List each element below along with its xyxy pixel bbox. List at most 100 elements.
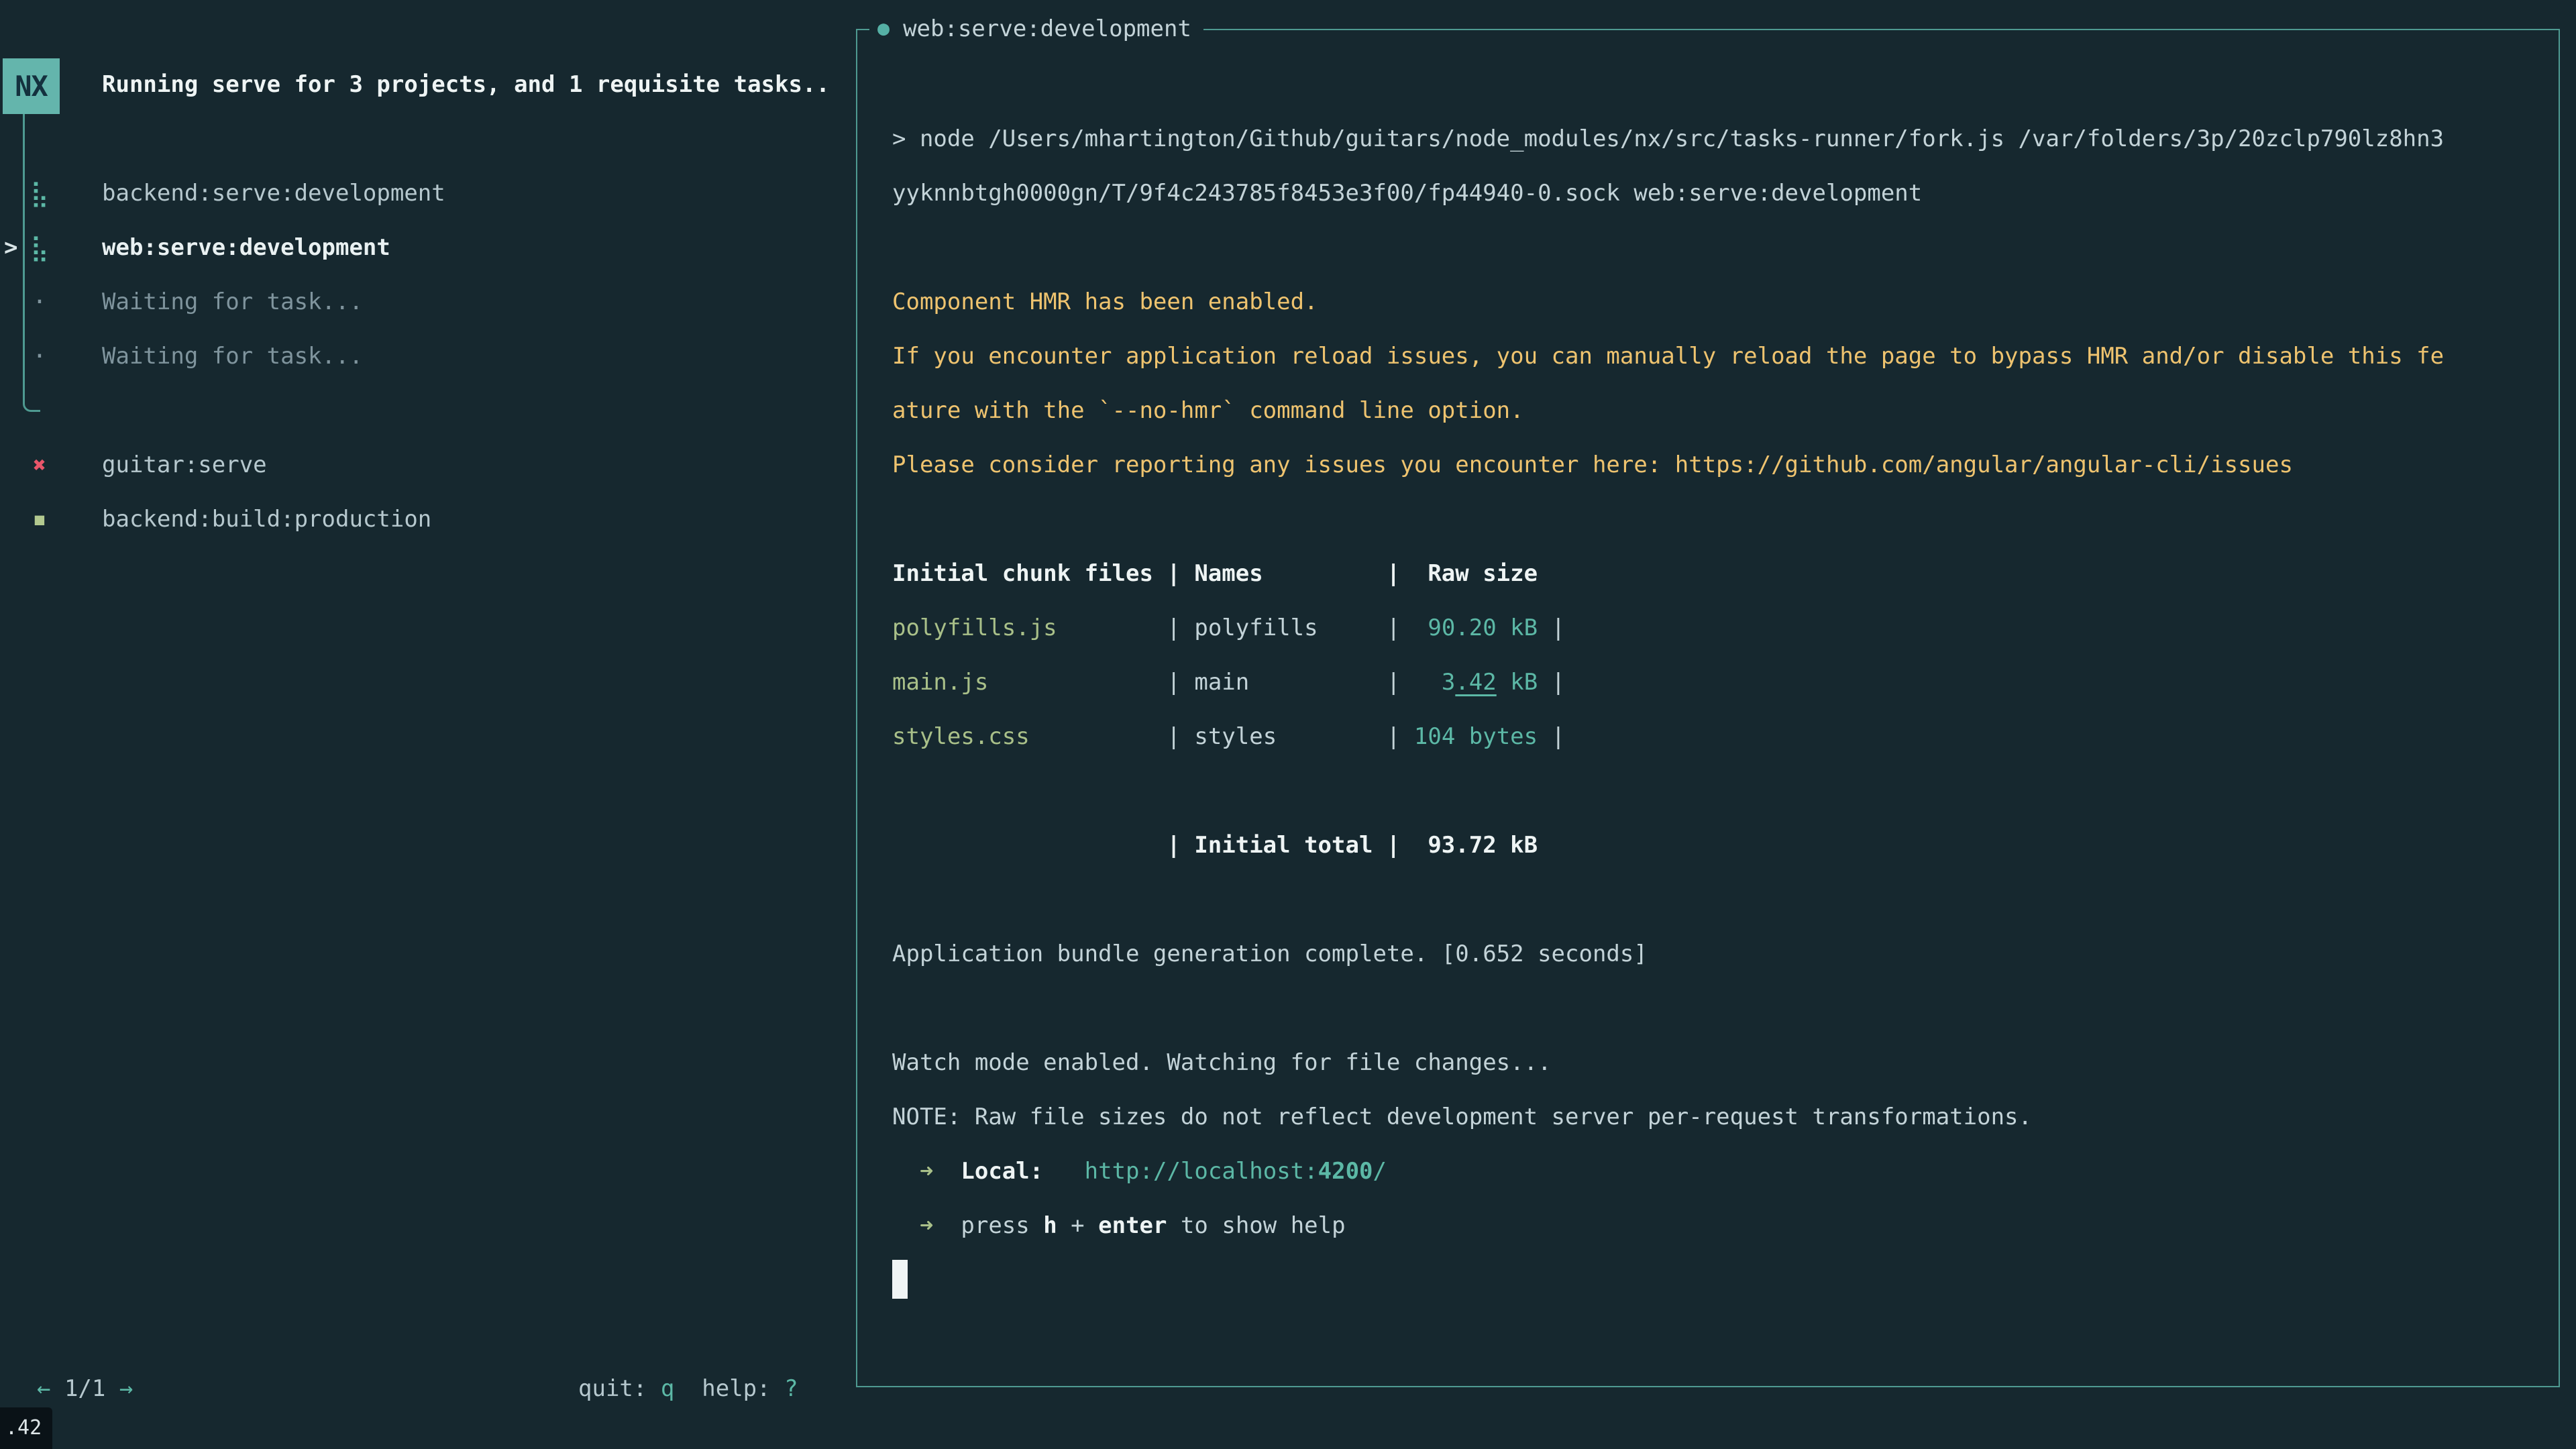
text-run: 90.20 kB	[1400, 614, 1538, 641]
text-run	[1043, 1158, 1084, 1185]
task-label: backend:serve:development	[102, 166, 445, 221]
terminal-line	[892, 981, 2444, 1036]
text-run: Please consider reporting any issues you…	[892, 451, 2293, 478]
failed-cross-icon: ✖	[28, 438, 51, 492]
text-run: h	[1043, 1212, 1057, 1239]
task-row-web-serve-development[interactable]: >⣧ web:serve:development	[0, 221, 510, 275]
text-run: Local:	[961, 1158, 1043, 1185]
pager-position: 1/1	[64, 1375, 105, 1402]
spinner-icon: ⣧	[28, 221, 51, 275]
text-run: styles.css	[892, 723, 1167, 750]
task-row-backend-build-production[interactable]: ■ backend:build:production	[0, 492, 510, 547]
task-pager: ← 1/1 →	[37, 1362, 133, 1416]
task-label: Waiting for task...	[102, 329, 363, 384]
arrow-icon: ➜	[920, 1212, 933, 1239]
text-run: kB	[1497, 669, 1538, 696]
local-url-port[interactable]: 4200	[1318, 1158, 1373, 1185]
text-run: |	[1167, 614, 1194, 641]
terminal-line: ➜ press h + enter to show help	[892, 1199, 2444, 1253]
panel-title-label: web:serve:development	[903, 15, 1191, 42]
terminal-line: > node /Users/mhartington/Github/guitars…	[892, 112, 2444, 166]
arrow-icon: ➜	[920, 1158, 933, 1185]
text-run: Application bundle generation complete. …	[892, 941, 1648, 967]
text-run: > node /Users/mhartington/Github/guitars…	[892, 125, 2444, 152]
text-run: .42	[1455, 669, 1496, 696]
text-run: |	[1167, 723, 1194, 750]
terminal-line: Application bundle generation complete. …	[892, 927, 2444, 981]
task-row-waiting-for-task-[interactable]: · Waiting for task...	[0, 275, 510, 329]
task-row-guitar-serve[interactable]: ✖ guitar:serve	[0, 438, 510, 492]
task-row-backend-serve-development[interactable]: ⣧ backend:serve:development	[0, 166, 510, 221]
terminal-line: main.js | main | 3.42 kB |	[892, 655, 2444, 710]
text-run: NOTE: Raw file sizes do not reflect deve…	[892, 1104, 2032, 1130]
local-url[interactable]: http://localhost:	[1085, 1158, 1318, 1185]
panel-title: ● web:serve:development	[869, 15, 1203, 42]
terminal-line: Component HMR has been enabled.	[892, 275, 2444, 329]
text-run: ature with the `--no-hmr` command line o…	[892, 397, 1524, 424]
selected-arrow-icon: >	[4, 221, 17, 275]
terminal-line	[892, 1253, 2444, 1307]
terminal-line: styles.css | styles | 104 bytes |	[892, 710, 2444, 764]
terminal-line	[892, 221, 2444, 275]
text-run: main	[1194, 669, 1387, 696]
success-square-icon: ■	[28, 492, 51, 547]
text-run: Component HMR has been enabled.	[892, 288, 1318, 315]
task-row-waiting-for-task-[interactable]: · Waiting for task...	[0, 329, 510, 384]
waiting-dot-icon: ·	[28, 275, 51, 329]
text-run: |	[1387, 669, 1400, 696]
terminal-line: Please consider reporting any issues you…	[892, 438, 2444, 492]
text-run: |	[1538, 723, 1565, 750]
corner-overlay: .42	[0, 1407, 52, 1449]
text-run: +	[1057, 1212, 1098, 1239]
text-run	[892, 1212, 920, 1239]
task-label: Waiting for task...	[102, 275, 363, 329]
text-run: press	[961, 1212, 1043, 1239]
quit-key: q	[661, 1375, 674, 1402]
terminal-line: ature with the `--no-hmr` command line o…	[892, 384, 2444, 438]
text-run: Initial chunk files | Names | Raw size	[892, 560, 1538, 587]
pager-left-arrow-icon[interactable]: ←	[37, 1375, 64, 1402]
terminal-line: NOTE: Raw file sizes do not reflect deve…	[892, 1090, 2444, 1144]
text-run: main.js	[892, 669, 1167, 696]
terminal-line	[892, 873, 2444, 927]
terminal-line: Watch mode enabled. Watching for file ch…	[892, 1036, 2444, 1090]
text-run: styles	[1194, 723, 1387, 750]
task-label: web:serve:development	[102, 221, 390, 275]
terminal-line: | Initial total | 93.72 kB	[892, 818, 2444, 873]
task-label: backend:build:production	[102, 492, 431, 547]
terminal-line: If you encounter application reload issu…	[892, 329, 2444, 384]
nx-terminal-app: { "colors": { "background": "#16282f", "…	[0, 0, 2576, 1449]
text-run: to show help	[1167, 1212, 1345, 1239]
spinner-icon: ⣧	[28, 166, 51, 221]
status-dot-icon: ●	[877, 19, 890, 39]
text-run: |	[1538, 614, 1565, 641]
sidebar-header: Running serve for 3 projects, and 1 requ…	[102, 58, 830, 112]
text-run: |	[1387, 723, 1400, 750]
text-run: yyknnbtgh0000gn/T/9f4c243785f8453e3f00/f…	[892, 180, 1922, 207]
task-label: guitar:serve	[102, 438, 267, 492]
keyboard-hints: quit: q help: ?	[578, 1362, 798, 1416]
text-run: enter	[1098, 1212, 1167, 1239]
local-url-slash[interactable]: /	[1373, 1158, 1387, 1185]
text-run	[892, 1158, 920, 1185]
terminal-line	[892, 492, 2444, 547]
text-run: | Initial total | 93.72 kB	[892, 832, 1538, 859]
text-run: |	[1538, 669, 1565, 696]
nx-logo: NX	[3, 58, 60, 114]
pager-right-arrow-icon[interactable]: →	[105, 1375, 133, 1402]
terminal-output: > node /Users/mhartington/Github/guitars…	[892, 112, 2444, 1307]
text-run: Watch mode enabled. Watching for file ch…	[892, 1049, 1552, 1076]
terminal-line: Initial chunk files | Names | Raw size	[892, 547, 2444, 601]
text-run: quit:	[578, 1375, 661, 1402]
waiting-dot-icon: ·	[28, 329, 51, 384]
terminal-line: yyknnbtgh0000gn/T/9f4c243785f8453e3f00/f…	[892, 166, 2444, 221]
text-run: If you encounter application reload issu…	[892, 343, 2444, 370]
text-run	[933, 1212, 961, 1239]
text-run: 3	[1442, 669, 1455, 696]
text-run: polyfills.js	[892, 614, 1167, 641]
text-run: help:	[674, 1375, 784, 1402]
terminal-cursor	[892, 1260, 908, 1299]
text-run	[1400, 669, 1441, 696]
terminal-line: ➜ Local: http://localhost:4200/	[892, 1144, 2444, 1199]
text-run: 104 bytes	[1400, 723, 1538, 750]
